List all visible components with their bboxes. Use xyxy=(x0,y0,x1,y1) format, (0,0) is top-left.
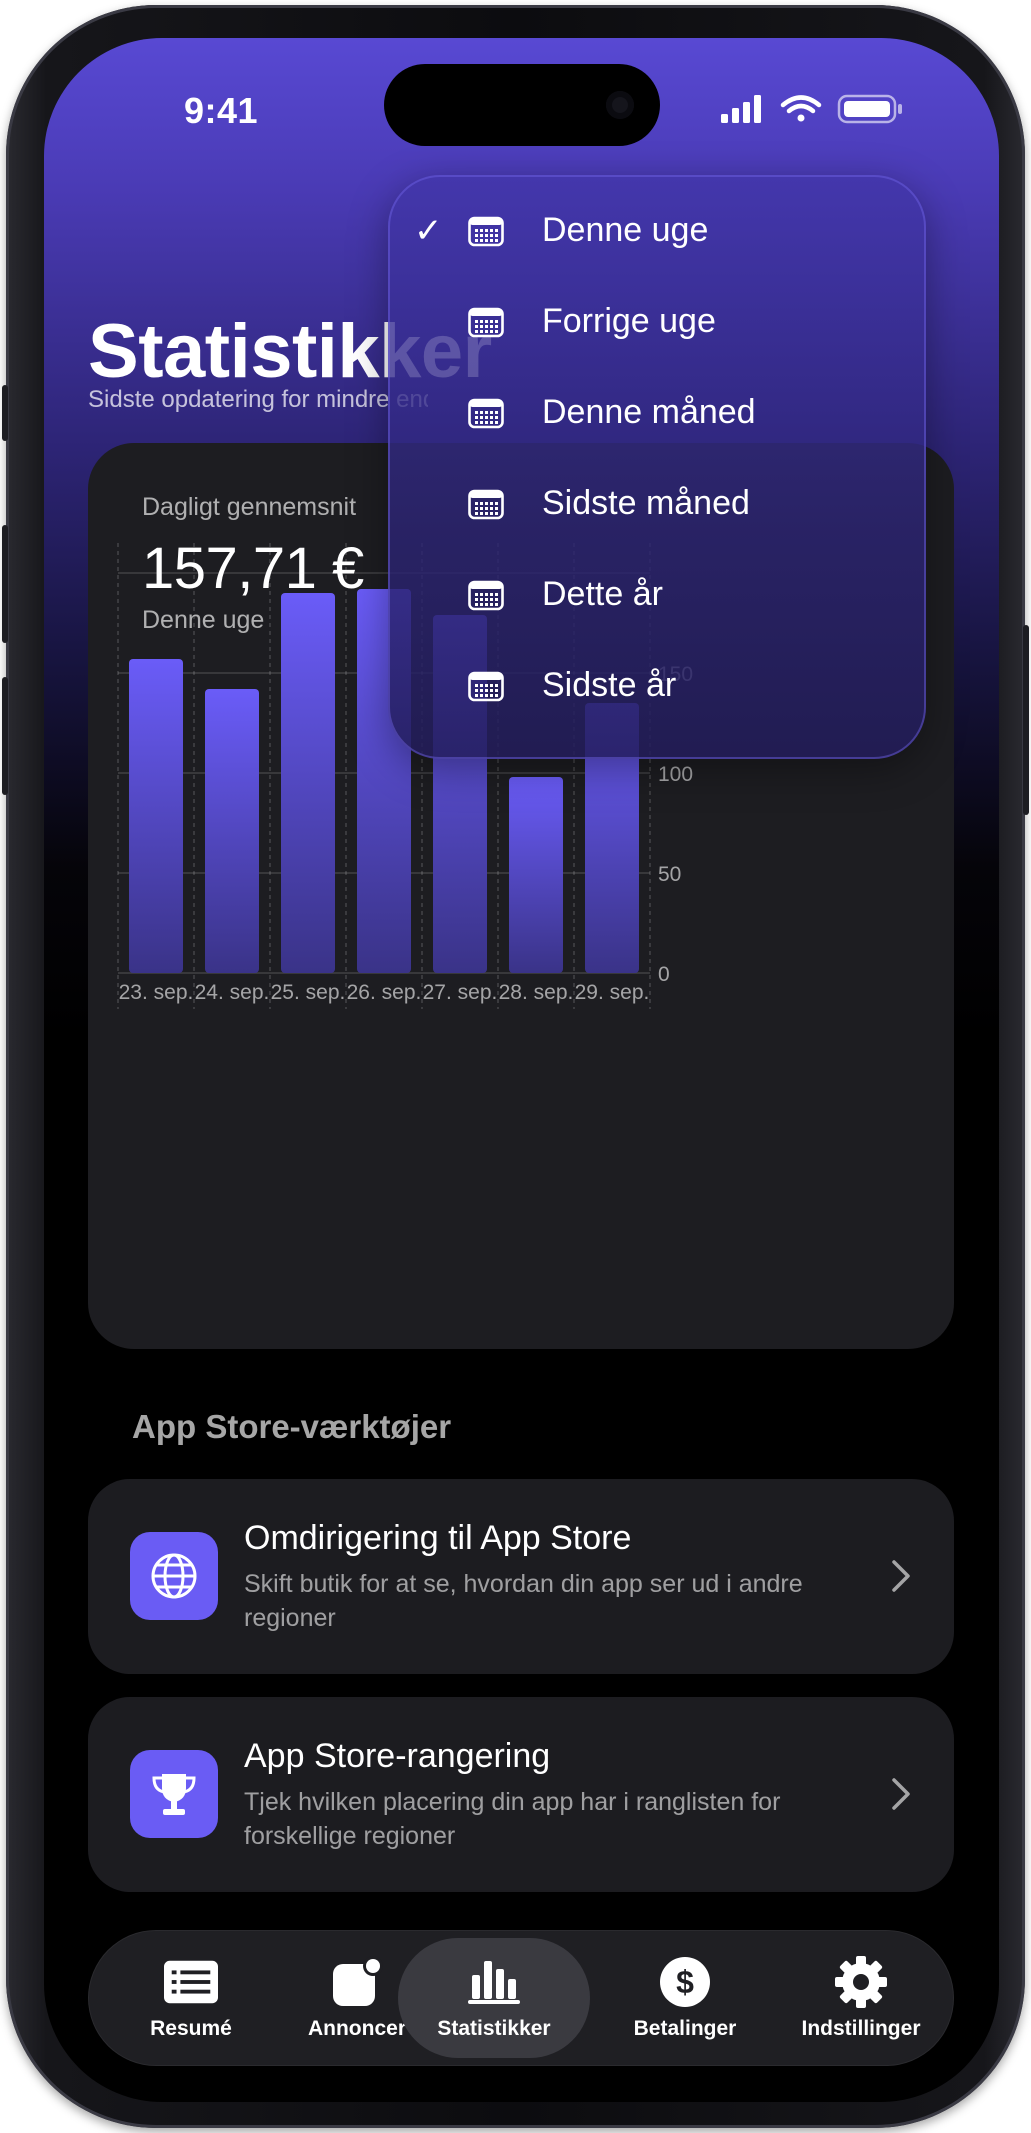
menu-item-label: Dette år xyxy=(542,575,663,613)
wifi-icon xyxy=(780,95,822,122)
dollar-icon: $ xyxy=(658,1955,712,2009)
section-header-tools: App Store-værktøjer xyxy=(132,1408,452,1445)
tab-betalinger[interactable]: $ Betalinger xyxy=(602,1930,768,2066)
tab-label: Betalinger xyxy=(633,2017,737,2040)
x-tick-label: 23. sep. xyxy=(119,981,194,1004)
last-updated-text: Sidste opdatering for mindre end 1 minut… xyxy=(88,386,428,413)
tab-bar: Resumé Annoncer Statistikker $ Betalinge… xyxy=(88,1930,954,2066)
power-button xyxy=(1023,625,1029,815)
trophy-icon xyxy=(130,1750,218,1838)
menu-item-label: Sidste år xyxy=(542,666,677,704)
chevron-right-icon xyxy=(890,1559,912,1598)
chart-bar xyxy=(129,659,183,973)
screen: 9:41 Statistikker Sidste opdatering for … xyxy=(44,38,999,2102)
calendar-icon xyxy=(468,306,504,343)
menu-item-denne-uge[interactable]: ✓ Denne uge xyxy=(388,185,926,276)
status-icons xyxy=(721,94,911,124)
tab-label: Resumé xyxy=(150,2017,232,2040)
chevron-right-icon xyxy=(890,1777,912,1816)
globe-icon xyxy=(130,1532,218,1620)
phone-frame: 9:41 Statistikker Sidste opdatering for … xyxy=(2,5,1029,2128)
tab-statistikker[interactable]: Statistikker xyxy=(398,1930,590,2066)
status-time: 9:41 xyxy=(184,90,259,131)
tab-resume[interactable]: Resumé xyxy=(108,1930,274,2066)
tab-label: Annoncer xyxy=(307,2017,406,2040)
calendar-icon xyxy=(468,579,504,616)
tool-description: Skift butik for at se, hvordan din app s… xyxy=(244,1570,803,1632)
volume-down-button xyxy=(2,677,8,795)
list-icon xyxy=(164,1955,218,2009)
x-tick-label: 27. sep. xyxy=(423,981,498,1004)
x-tick-label: 29. sep. xyxy=(575,981,650,1004)
cellular-signal-icon xyxy=(721,95,761,123)
menu-item-dette-år[interactable]: Dette år xyxy=(388,549,926,640)
menu-item-forrige-uge[interactable]: Forrige uge xyxy=(388,276,926,367)
calendar-icon xyxy=(468,670,504,707)
y-tick-label: 100 xyxy=(658,763,693,786)
tab-indstillinger[interactable]: Indstillinger xyxy=(768,1930,954,2066)
menu-item-sidste-år[interactable]: Sidste år xyxy=(388,640,926,731)
calendar-icon xyxy=(468,215,504,252)
menu-item-label: Denne uge xyxy=(542,211,709,249)
calendar-icon xyxy=(468,397,504,434)
gear-icon xyxy=(834,1955,888,2009)
x-tick-label: 26. sep. xyxy=(347,981,422,1004)
chart-bar xyxy=(509,777,563,973)
checkmark-icon: ✓ xyxy=(414,211,443,250)
menu-item-label: Forrige uge xyxy=(542,302,716,340)
battery-icon xyxy=(837,94,902,124)
tab-label: Statistikker xyxy=(437,2017,551,2040)
tool-card-ranking[interactable]: App Store-rangering Tjek hvilken placeri… xyxy=(88,1697,954,1892)
menu-item-label: Denne måned xyxy=(542,393,756,431)
chart-icon xyxy=(467,1955,521,2009)
tab-label: Indstillinger xyxy=(801,2017,921,2040)
x-tick-label: 25. sep. xyxy=(271,981,346,1004)
menu-item-denne-måned[interactable]: Denne måned xyxy=(388,367,926,458)
x-tick-label: 24. sep. xyxy=(195,981,270,1004)
dynamic-island xyxy=(384,64,660,146)
tool-card-redirect[interactable]: Omdirigering til App Store Skift butik f… xyxy=(88,1479,954,1674)
calendar-icon xyxy=(468,488,504,525)
y-tick-label: 50 xyxy=(658,863,681,886)
ads-icon xyxy=(330,1955,384,2009)
chart-bar xyxy=(205,689,259,973)
y-tick-label: 0 xyxy=(658,963,670,986)
volume-up-button xyxy=(2,525,8,643)
menu-item-label: Sidste måned xyxy=(542,484,750,522)
mute-switch xyxy=(2,385,8,441)
tool-title: App Store-rangering xyxy=(244,1737,551,1775)
x-tick-label: 28. sep. xyxy=(499,981,574,1004)
camera-icon xyxy=(606,91,634,119)
menu-item-sidste-måned[interactable]: Sidste måned xyxy=(388,458,926,549)
period-dropdown-menu: ✓ Denne uge Forrige uge Denne måned Sidste m… xyxy=(388,175,926,759)
chart-bar xyxy=(281,593,335,973)
tool-title: Omdirigering til App Store xyxy=(244,1519,632,1557)
tool-description: Tjek hvilken placering din app har i ran… xyxy=(244,1788,781,1850)
svg-text:$: $ xyxy=(676,1964,694,2000)
